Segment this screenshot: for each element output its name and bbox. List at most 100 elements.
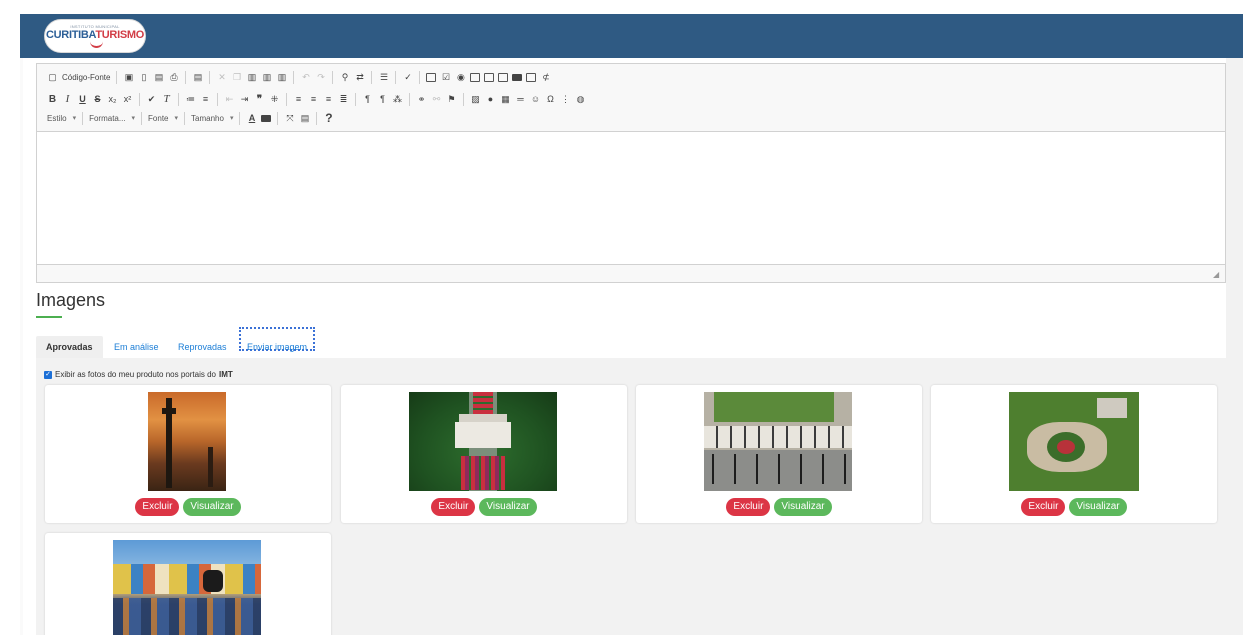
preview-icon[interactable]: ▤ bbox=[153, 72, 164, 83]
button-field-icon[interactable] bbox=[512, 73, 523, 81]
editor-content-area[interactable] bbox=[37, 133, 1225, 264]
images-section-title: Imagens bbox=[36, 290, 106, 310]
blockquote-icon[interactable]: ❞ bbox=[254, 94, 265, 105]
page-scroll-area[interactable] bbox=[1226, 58, 1243, 635]
link-icon[interactable]: ⚭ bbox=[416, 94, 427, 105]
tab-reprovadas[interactable]: Reprovadas bbox=[168, 336, 237, 358]
special-char-icon[interactable]: Ω bbox=[545, 94, 556, 105]
save-icon[interactable]: ▣ bbox=[123, 72, 134, 83]
help-icon[interactable]: ? bbox=[323, 111, 334, 125]
justify-icon[interactable]: ≣ bbox=[338, 94, 349, 105]
underline-icon[interactable]: U bbox=[77, 94, 88, 105]
print-icon[interactable]: ⎙ bbox=[168, 72, 179, 83]
new-page-icon[interactable]: ▯ bbox=[138, 72, 149, 83]
text-color-icon[interactable]: A bbox=[246, 113, 257, 124]
copy-format-icon[interactable]: ✔ bbox=[146, 94, 157, 105]
page-break-icon[interactable]: ⋮ bbox=[560, 94, 571, 105]
replace-icon[interactable]: ⇄ bbox=[354, 72, 365, 83]
flower-beds bbox=[461, 456, 505, 490]
subscript-icon[interactable]: x₂ bbox=[107, 94, 118, 105]
show-blocks-icon[interactable]: ▤ bbox=[299, 113, 310, 124]
view-button[interactable]: Visualizar bbox=[774, 498, 832, 516]
superscript-icon[interactable]: x² bbox=[122, 94, 133, 105]
remove-format-icon[interactable]: T bbox=[161, 93, 172, 105]
logo-smile-icon bbox=[90, 40, 103, 48]
bulleted-list-icon[interactable]: ≡ bbox=[200, 94, 211, 105]
toolbar-separator bbox=[139, 92, 140, 106]
strikethrough-icon[interactable]: S bbox=[92, 94, 103, 105]
show-photos-option[interactable]: ✓ Exibir as fotos do meu produto nos por… bbox=[44, 370, 233, 379]
outdent-icon[interactable]: ⇤ bbox=[224, 94, 235, 105]
resize-handle-icon[interactable]: ◢ bbox=[1213, 271, 1221, 279]
image-thumbnail[interactable] bbox=[409, 392, 557, 491]
copy-icon[interactable]: ❐ bbox=[231, 72, 242, 83]
anchor-icon[interactable]: ⚑ bbox=[446, 94, 457, 105]
unlink-icon[interactable]: ⚯ bbox=[431, 94, 442, 105]
maximize-icon[interactable]: ⤧ bbox=[284, 113, 295, 124]
textfield-icon[interactable] bbox=[470, 72, 481, 82]
select-all-icon[interactable]: ☰ bbox=[378, 72, 389, 83]
table-icon[interactable]: ▦ bbox=[500, 94, 511, 105]
paste-icon[interactable]: ▥ bbox=[246, 72, 257, 83]
image-thumbnail[interactable] bbox=[1009, 392, 1139, 491]
park-area bbox=[714, 392, 834, 422]
format-select[interactable]: Formata... ▾ bbox=[89, 114, 135, 123]
paste-text-icon[interactable]: ▥ bbox=[261, 72, 272, 83]
size-select[interactable]: Tamanho ▾ bbox=[191, 114, 233, 123]
image-thumbnail[interactable] bbox=[113, 540, 261, 635]
language-icon[interactable]: ⁂ bbox=[392, 94, 403, 105]
view-button[interactable]: Visualizar bbox=[479, 498, 537, 516]
cut-icon[interactable]: ✕ bbox=[216, 72, 227, 83]
show-photos-checkbox[interactable]: ✓ bbox=[44, 370, 52, 379]
flash-icon[interactable]: ● bbox=[485, 94, 496, 105]
delete-button[interactable]: Excluir bbox=[135, 498, 180, 516]
paste-word-icon[interactable]: ▥ bbox=[276, 72, 287, 83]
italic-icon[interactable]: I bbox=[62, 93, 73, 105]
source-icon: ▢ bbox=[48, 71, 57, 82]
horizontal-line-icon[interactable]: ═ bbox=[515, 94, 526, 105]
spellcheck-icon[interactable]: ✓ bbox=[402, 72, 413, 83]
div-icon[interactable]: ⁜ bbox=[269, 94, 280, 105]
ltr-icon[interactable]: ¶ bbox=[362, 94, 373, 105]
tab-enviar-imagem[interactable]: Enviar imagem bbox=[239, 327, 316, 352]
image-thumbnail[interactable] bbox=[704, 392, 852, 491]
style-select[interactable]: Estilo ▾ bbox=[47, 114, 76, 123]
image-thumbnail[interactable] bbox=[148, 392, 226, 491]
radio-icon[interactable]: ◉ bbox=[455, 72, 466, 83]
redo-icon[interactable]: ↷ bbox=[315, 72, 326, 83]
bold-icon[interactable]: B bbox=[47, 94, 58, 105]
toolbar-separator bbox=[185, 70, 187, 84]
editor-toolbar: ▢ Código-Fonte ▣ ▯ ▤ ⎙ ▤ ✕ ❐ ▥ ▥ ▥ ↶ ↷ ⚲… bbox=[37, 64, 1225, 132]
image-icon[interactable]: ▨ bbox=[470, 94, 481, 105]
iframe-icon[interactable]: ◍ bbox=[575, 94, 586, 105]
form-icon[interactable] bbox=[426, 72, 437, 82]
templates-icon[interactable]: ▤ bbox=[192, 72, 203, 83]
textarea-icon[interactable] bbox=[484, 72, 495, 82]
view-button[interactable]: Visualizar bbox=[1069, 498, 1127, 516]
card-actions: Excluir Visualizar bbox=[636, 498, 922, 516]
delete-button[interactable]: Excluir bbox=[431, 498, 476, 516]
indent-icon[interactable]: ⇥ bbox=[239, 94, 250, 105]
select-field-icon[interactable] bbox=[498, 72, 509, 82]
numbered-list-icon[interactable]: ≔ bbox=[185, 94, 196, 105]
font-select[interactable]: Fonte ▾ bbox=[148, 114, 178, 123]
delete-button[interactable]: Excluir bbox=[726, 498, 771, 516]
align-right-icon[interactable]: ≡ bbox=[323, 94, 334, 105]
delete-button[interactable]: Excluir bbox=[1021, 498, 1066, 516]
rtl-icon[interactable]: ¶ bbox=[377, 94, 388, 105]
find-icon[interactable]: ⚲ bbox=[339, 72, 350, 83]
tab-aprovadas[interactable]: Aprovadas bbox=[36, 336, 103, 358]
align-left-icon[interactable]: ≡ bbox=[293, 94, 304, 105]
image-button-icon[interactable] bbox=[526, 72, 537, 82]
hidden-field-icon[interactable]: ⊄ bbox=[540, 72, 551, 83]
background-color-icon[interactable] bbox=[261, 114, 272, 122]
source-button[interactable]: Código-Fonte bbox=[62, 73, 110, 82]
smiley-icon[interactable]: ☺ bbox=[530, 94, 541, 105]
curitiba-turismo-logo[interactable]: INSTITUTO MUNICIPAL CURITIBATURISMO bbox=[44, 19, 146, 53]
checkbox-icon[interactable]: ☑ bbox=[440, 72, 451, 83]
style-select-label: Estilo bbox=[47, 113, 67, 123]
undo-icon[interactable]: ↶ bbox=[300, 72, 311, 83]
align-center-icon[interactable]: ≡ bbox=[308, 94, 319, 105]
tab-em-analise[interactable]: Em análise bbox=[104, 336, 169, 358]
view-button[interactable]: Visualizar bbox=[183, 498, 241, 516]
